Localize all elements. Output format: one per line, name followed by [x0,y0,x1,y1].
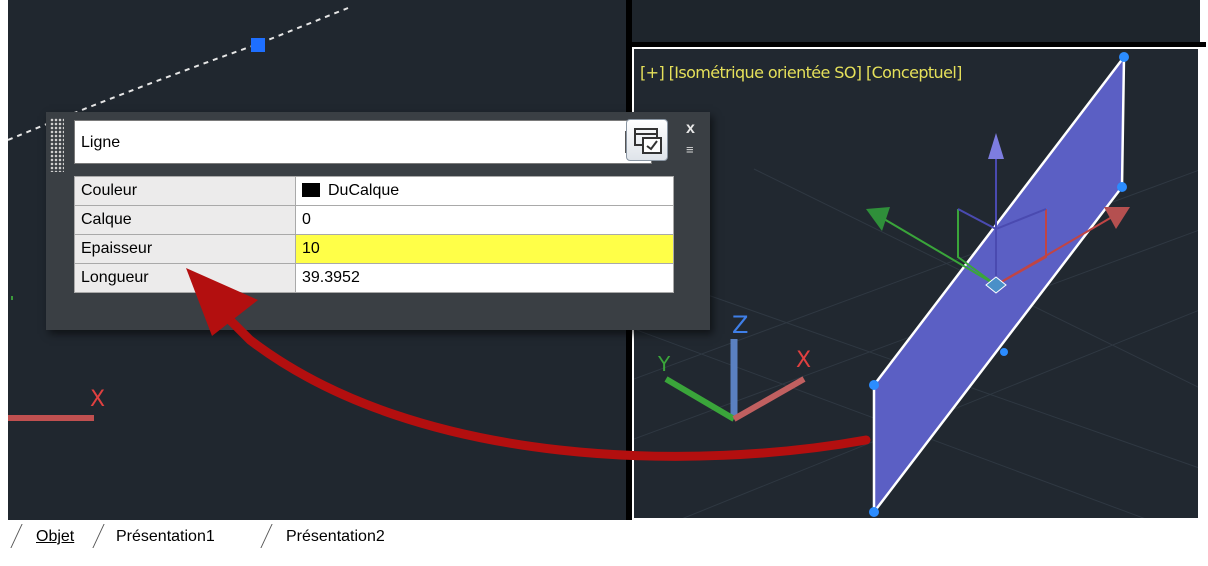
tab-separator [260,524,273,548]
tab-separator [92,524,105,548]
table-row[interactable]: Calque 0 [74,205,674,235]
viewport-label[interactable]: [+] [Isométrique orientée SO] [Conceptue… [640,63,962,82]
property-value[interactable]: 0 [295,205,674,235]
autocad-screenshot: X Z Y X [+] [Isométrique orientée SO] [C… [0,0,1208,566]
property-name: Longueur [74,263,296,293]
viewport-right[interactable]: Z Y X [+] [Isométrique orientée SO] [Con… [632,47,1200,520]
table-row[interactable]: Epaisseur 10 [74,234,674,264]
object-type-value: Ligne [81,134,121,151]
property-value-highlighted[interactable]: 10 [295,234,674,264]
color-swatch-icon [302,183,320,197]
x-axis-letter-icon: X [90,387,105,412]
close-icon[interactable]: x [686,120,695,138]
ucs-x-axis [732,376,806,422]
gizmo-y-arrow-icon[interactable] [866,207,890,231]
options-menu-icon[interactable]: ≡ [686,142,694,157]
properties-table: Couleur DuCalque Calque 0 Epaisseur 10 L… [74,176,674,293]
object-type-select[interactable]: Ligne ▾ [74,120,652,164]
viewport-right-canvas: Z Y X [634,52,1198,518]
ucs-y-letter-icon: Y [657,352,671,376]
property-value[interactable]: 39.3952 [295,263,674,293]
property-name: Calque [74,205,296,235]
tab-separator [10,524,23,548]
tab-presentation1[interactable]: Présentation1 [116,528,215,546]
tab-presentation2[interactable]: Présentation2 [286,528,385,546]
quick-select-icon [634,128,662,154]
ucs-z-letter-icon: Z [732,311,748,339]
table-row[interactable]: Longueur 39.3952 [74,263,674,293]
quick-properties-palette: Ligne ▾ x ≡ Couleur DuCalque Calque 0 [46,112,710,330]
property-name: Couleur [74,176,296,206]
ucs-y-axis [664,376,736,422]
property-value: DuCalque [328,182,400,199]
gizmo-z-arrow-icon[interactable] [988,133,1004,159]
layout-tabs-bar: Objet Présentation1 Présentation2 [0,520,1208,566]
ucs-x-letter-icon: X [796,348,811,373]
viewport-top-right[interactable] [632,0,1200,42]
table-row[interactable]: Couleur DuCalque [74,176,674,206]
gizmo-x-arrow-icon[interactable] [1104,207,1130,229]
grip-handle-icon[interactable] [50,118,64,172]
property-name: Epaisseur [74,234,296,264]
grip-point[interactable] [251,38,265,52]
property-value-color[interactable]: DuCalque [295,176,674,206]
tab-objet[interactable]: Objet [36,528,74,546]
quick-select-button[interactable] [626,119,668,161]
